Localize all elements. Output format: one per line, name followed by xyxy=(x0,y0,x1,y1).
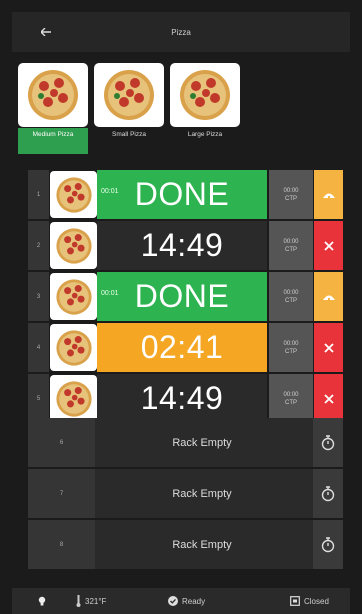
rack-empty-label: Rack Empty xyxy=(172,538,232,551)
ctp-indicator: 00:00 CTP xyxy=(269,170,313,219)
check-circle-icon xyxy=(168,596,178,606)
door-indicator: Closed xyxy=(290,588,329,614)
temperature-indicator: 321°F xyxy=(76,588,106,614)
start-timer-button[interactable] xyxy=(313,520,343,569)
ctp-label: CTP xyxy=(285,246,297,253)
pizza-image xyxy=(50,222,97,269)
cancel-button[interactable] xyxy=(314,374,343,423)
rack-empty-label: Rack Empty xyxy=(172,436,232,449)
timer-main: 14:49 xyxy=(140,227,224,263)
slot-number: 6 xyxy=(28,418,95,467)
slot-number: 2 xyxy=(28,221,49,270)
ctp-time: 00:00 xyxy=(283,340,299,347)
door-icon xyxy=(290,596,300,606)
product-large-pizza[interactable]: Large Pizza xyxy=(170,63,240,155)
close-icon xyxy=(323,342,334,353)
rack-slot-4: 4 02:41 00:00 CTP xyxy=(28,323,343,372)
slot-number: 8 xyxy=(28,520,95,569)
slot-number: 5 xyxy=(28,374,49,423)
rack-slot-3: 3 00:01 DONE 00:00 CTP xyxy=(28,272,343,321)
pizza-image xyxy=(50,273,97,320)
timer-main: DONE xyxy=(134,278,230,314)
start-timer-button[interactable] xyxy=(313,469,343,518)
rack-slot-7[interactable]: 7 Rack Empty xyxy=(28,469,343,518)
close-icon xyxy=(323,240,334,251)
rack-slot-5: 5 14:49 00:00 CTP xyxy=(28,374,343,423)
ready-indicator: Ready xyxy=(168,588,205,614)
product-label: Large Pizza xyxy=(187,131,223,138)
overtime-timer: 00:01 xyxy=(101,290,119,297)
ctp-label: CTP xyxy=(285,399,297,406)
timer-status[interactable]: 14:49 xyxy=(97,221,267,270)
back-arrow-icon[interactable] xyxy=(36,22,56,42)
door-status: Closed xyxy=(304,596,329,606)
rack-slot-8[interactable]: 8 Rack Empty xyxy=(28,520,343,569)
slot-number: 4 xyxy=(28,323,49,372)
close-icon xyxy=(323,393,334,404)
slot-number: 3 xyxy=(28,272,49,321)
ctp-time: 00:00 xyxy=(283,187,299,194)
ctp-label: CTP xyxy=(285,195,297,202)
alarm-icon xyxy=(322,193,335,199)
temperature-value: 321°F xyxy=(85,596,107,606)
pizza-image xyxy=(50,324,97,371)
timer-status[interactable]: 14:49 xyxy=(97,374,267,423)
ctp-time: 00:00 xyxy=(283,289,299,296)
status-text: Ready xyxy=(182,596,206,606)
cancel-button[interactable] xyxy=(314,221,343,270)
timer-main: 14:49 xyxy=(140,380,224,416)
ctp-time: 00:00 xyxy=(283,238,299,245)
rack-slot-1: 1 00:01 DONE 00:00 CTP xyxy=(28,170,343,219)
ctp-indicator: 00:00 CTP xyxy=(269,323,313,372)
rack-slot-2: 2 14:49 00:00 CTP xyxy=(28,221,343,270)
alarm-button[interactable] xyxy=(314,272,343,321)
lightbulb-icon[interactable] xyxy=(38,588,46,614)
header-bar: Pizza xyxy=(12,12,350,52)
timer-main: 02:41 xyxy=(140,329,224,365)
page-title: Pizza xyxy=(171,27,191,37)
status-bar: 321°F Ready Closed xyxy=(12,588,350,614)
rack-empty-label: Rack Empty xyxy=(172,487,232,500)
product-selector: Medium Pizza Small Pizza Large Pizza xyxy=(18,63,240,155)
thermometer-icon xyxy=(76,595,81,607)
product-small-pizza[interactable]: Small Pizza xyxy=(94,63,164,155)
ctp-indicator: 00:00 CTP xyxy=(269,221,313,270)
ctp-time: 00:00 xyxy=(283,391,299,398)
cancel-button[interactable] xyxy=(314,323,343,372)
pizza-image xyxy=(50,375,97,422)
ctp-indicator: 00:00 CTP xyxy=(269,374,313,423)
product-label: Small Pizza xyxy=(112,131,146,138)
slot-number: 7 xyxy=(28,469,95,518)
ctp-label: CTP xyxy=(285,297,297,304)
timer-main: DONE xyxy=(134,176,230,212)
alarm-icon xyxy=(322,295,335,301)
stopwatch-icon xyxy=(321,485,335,501)
ctp-indicator: 00:00 CTP xyxy=(269,272,313,321)
pizza-image xyxy=(94,63,164,127)
pizza-image xyxy=(170,63,240,127)
pizza-image xyxy=(18,63,88,127)
stopwatch-icon xyxy=(321,434,335,450)
alarm-button[interactable] xyxy=(314,170,343,219)
timer-status[interactable]: 00:01 DONE xyxy=(97,170,267,219)
overtime-timer: 00:01 xyxy=(101,188,119,195)
stopwatch-icon xyxy=(321,536,335,552)
timer-status[interactable]: 00:01 DONE xyxy=(97,272,267,321)
pizza-image xyxy=(50,171,97,218)
slot-number: 1 xyxy=(28,170,49,219)
product-label: Medium Pizza xyxy=(18,128,88,154)
product-medium-pizza[interactable]: Medium Pizza xyxy=(18,63,88,155)
timer-status[interactable]: 02:41 xyxy=(97,323,267,372)
ctp-label: CTP xyxy=(285,348,297,355)
start-timer-button[interactable] xyxy=(313,418,343,467)
rack-slot-6[interactable]: 6 Rack Empty xyxy=(28,418,343,467)
